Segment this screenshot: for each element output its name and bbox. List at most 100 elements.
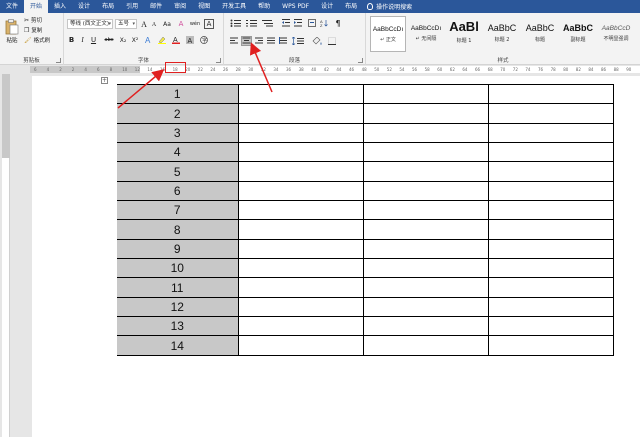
table-cell-empty[interactable] [237, 277, 364, 298]
text-effects-icon[interactable]: A [144, 36, 152, 44]
line-spacing-icon[interactable] [292, 37, 304, 45]
table-cell-empty[interactable] [362, 103, 489, 124]
table-cell-empty[interactable] [487, 200, 614, 221]
grow-font-button[interactable]: A [140, 19, 148, 29]
clipboard-launcher-icon[interactable] [56, 58, 61, 63]
table-cell-number[interactable]: 7 [109, 200, 239, 221]
table-cell-empty[interactable] [237, 296, 364, 318]
table-cell-empty[interactable] [237, 335, 364, 356]
table-cell-empty[interactable] [237, 122, 364, 144]
clear-format-button[interactable]: A [176, 19, 186, 29]
style-subtle-emphasis[interactable]: AaBbCcD 不明显强调 [598, 16, 634, 52]
table-cell-empty[interactable] [487, 258, 614, 279]
tab-developer[interactable]: 开发工具 [216, 0, 252, 13]
align-left-icon[interactable] [230, 37, 238, 45]
table-cell-number[interactable]: 8 [109, 219, 239, 240]
table-cell-empty[interactable] [362, 335, 489, 356]
table-cell-empty[interactable] [487, 277, 614, 298]
table-move-handle-icon[interactable]: + [101, 77, 108, 84]
table-cell-empty[interactable] [487, 142, 614, 163]
table-cell-number[interactable]: 5 [109, 161, 239, 182]
font-color-icon[interactable]: A [172, 36, 180, 44]
tab-help[interactable]: 帮助 [252, 0, 276, 13]
table-cell-empty[interactable] [362, 83, 489, 105]
vertical-ruler[interactable] [0, 74, 12, 437]
tab-wps-pdf[interactable]: WPS PDF [276, 0, 315, 13]
borders-icon[interactable] [328, 37, 340, 45]
style-no-spacing[interactable]: AaBbCcDı ↵ 无间隔 [408, 16, 444, 52]
font-size-select[interactable]: 五号 [115, 19, 137, 29]
shrink-font-button[interactable]: A [150, 20, 158, 30]
character-border-button[interactable]: A [204, 19, 214, 29]
table-cell-empty[interactable] [362, 316, 489, 337]
style-heading-2[interactable]: AaBbC 标题 2 [484, 16, 520, 52]
table-cell-empty[interactable] [362, 161, 489, 182]
show-marks-icon[interactable]: ¶ [334, 19, 342, 28]
tab-home[interactable]: 开始 [24, 0, 49, 13]
style-heading-1[interactable]: AaBl 标题 1 [446, 16, 482, 52]
table-cell-number[interactable]: 14 [109, 335, 239, 356]
character-shading-icon[interactable]: A [186, 36, 194, 44]
table-cell-number[interactable]: 1 [109, 83, 239, 105]
copy-button[interactable]: ❐ 复制 [24, 26, 42, 35]
table-cell-empty[interactable] [487, 219, 614, 240]
table-cell-empty[interactable] [237, 238, 364, 260]
decrease-indent-icon[interactable] [282, 19, 290, 27]
italic-button[interactable]: I [78, 35, 87, 45]
table-cell-empty[interactable] [237, 219, 364, 240]
table-cell-number[interactable]: 2 [109, 103, 239, 124]
table-cell-empty[interactable] [362, 277, 489, 298]
tab-review[interactable]: 审阅 [168, 0, 192, 13]
table-cell-number[interactable]: 10 [109, 258, 239, 279]
strikethrough-button[interactable]: abc [103, 35, 115, 45]
increase-indent-icon[interactable] [294, 19, 302, 27]
tab-references[interactable]: 引用 [120, 0, 144, 13]
table-cell-empty[interactable] [362, 180, 489, 202]
style-subtitle[interactable]: AaBbC 副标题 [560, 16, 596, 52]
chinese-layout-icon[interactable] [308, 19, 316, 27]
horizontal-ruler[interactable]: 6 4 2 2 4 6 8 10 12 14 16 18 20 22 24 26 28 30 32 34 36 38 40 4… [0, 65, 640, 74]
table-cell-empty[interactable] [362, 142, 489, 163]
multilevel-list-icon[interactable] [262, 19, 274, 27]
table-cell-empty[interactable] [362, 258, 489, 279]
table-cell-number[interactable]: 9 [109, 238, 239, 260]
tab-layout[interactable]: 布局 [96, 0, 120, 13]
table-cell-number[interactable]: 6 [109, 180, 239, 202]
table-cell-empty[interactable] [237, 258, 364, 279]
document-table[interactable]: 1 2 3 4 5 6 7 8 9 10 11 12 13 14 [109, 83, 614, 356]
table-cell-empty[interactable] [487, 161, 614, 182]
style-normal[interactable]: AaBbCcDı ↵ 正文 [370, 16, 406, 52]
table-cell-empty[interactable] [487, 103, 614, 124]
table-cell-empty[interactable] [237, 103, 364, 124]
table-cell-empty[interactable] [237, 161, 364, 182]
table-cell-empty[interactable] [237, 180, 364, 202]
bold-button[interactable]: B [67, 35, 76, 45]
table-cell-empty[interactable] [487, 122, 614, 144]
table-cell-empty[interactable] [237, 200, 364, 221]
tell-me-search[interactable]: 操作说明搜索 [367, 2, 412, 11]
align-center-icon[interactable] [241, 36, 252, 46]
paragraph-launcher-icon[interactable] [358, 58, 363, 63]
table-cell-number[interactable]: 11 [109, 277, 239, 298]
underline-button[interactable]: U [89, 35, 98, 45]
tab-mailings[interactable]: 邮件 [144, 0, 168, 13]
format-painter-button[interactable]: 🖌 格式刷 [24, 36, 50, 45]
tab-design[interactable]: 设计 [72, 0, 96, 13]
table-cell-empty[interactable] [237, 142, 364, 163]
tab-view[interactable]: 视图 [192, 0, 216, 13]
table-cell-number[interactable]: 12 [109, 296, 239, 318]
table-cell-empty[interactable] [487, 316, 614, 337]
table-cell-number[interactable]: 13 [109, 316, 239, 337]
table-cell-empty[interactable] [362, 296, 489, 318]
table-cell-empty[interactable] [362, 238, 489, 260]
paste-button[interactable]: 粘贴 [3, 16, 21, 46]
table-cell-empty[interactable] [362, 200, 489, 221]
tab-file[interactable]: 文件 [0, 0, 24, 13]
justify-icon[interactable] [267, 37, 275, 45]
highlight-icon[interactable] [158, 36, 166, 44]
superscript-button[interactable]: X² [130, 35, 140, 45]
table-cell-empty[interactable] [487, 83, 614, 105]
table-cell-empty[interactable] [362, 219, 489, 240]
subscript-button[interactable]: X₂ [118, 35, 128, 45]
change-case-button[interactable]: Aa [161, 19, 173, 29]
